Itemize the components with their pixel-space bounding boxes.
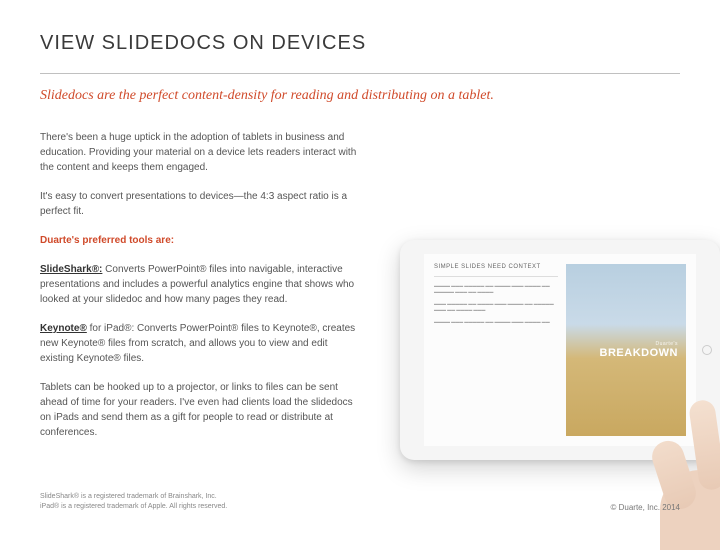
breakdown-small-text: Duarte's [656, 341, 678, 347]
screen-left-panel: SIMPLE SLIDES NEED CONTEXT ▬▬▬▬ ▬▬▬ ▬▬▬▬… [434, 264, 558, 436]
paragraph-2: It's easy to convert presentations to de… [40, 189, 360, 219]
paragraph-5: Tablets can be hooked up to a projector,… [40, 380, 360, 440]
tool-keynote: Keynote® for iPad®: Converts PowerPoint®… [40, 321, 360, 366]
screen-divider [434, 276, 558, 277]
tool-desc-keynote: for iPad®: Converts PowerPoint® files to… [40, 323, 355, 364]
tool-slideshark: SlideShark®: Converts PowerPoint® files … [40, 262, 360, 307]
tools-label: Duarte's preferred tools are: [40, 233, 360, 248]
footnote-2: iPad® is a registered trademark of Apple… [40, 502, 227, 512]
footnotes: SlideShark® is a registered trademark of… [40, 492, 227, 512]
home-button-icon [702, 345, 712, 355]
divider [40, 73, 680, 74]
hand-illustration [640, 380, 720, 520]
tool-name-keynote: Keynote® [40, 323, 87, 334]
footnote-1: SlideShark® is a registered trademark of… [40, 492, 227, 502]
body-column: There's been a huge uptick in the adopti… [40, 130, 360, 440]
subtitle: Slidedocs are the perfect content-densit… [40, 88, 680, 104]
tablet-illustration: SIMPLE SLIDES NEED CONTEXT ▬▬▬▬ ▬▬▬ ▬▬▬▬… [400, 240, 720, 500]
page-title: VIEW SLIDEDOCS ON DEVICES [40, 32, 680, 55]
screen-heading: SIMPLE SLIDES NEED CONTEXT [434, 264, 558, 270]
breakdown-big-text: BREAKDOWN [600, 347, 678, 359]
paragraph-1: There's been a huge uptick in the adopti… [40, 130, 360, 175]
screen-placeholder-text: ▬▬▬▬ ▬▬▬ ▬▬▬▬▬ ▬▬ ▬▬▬▬ ▬▬▬ ▬▬▬▬ ▬▬ ▬▬▬▬▬… [434, 283, 558, 330]
tool-name-slideshark: SlideShark®: [40, 264, 102, 275]
slide-page: VIEW SLIDEDOCS ON DEVICES Slidedocs are … [0, 0, 720, 540]
copyright: © Duarte, Inc. 2014 [611, 503, 681, 512]
